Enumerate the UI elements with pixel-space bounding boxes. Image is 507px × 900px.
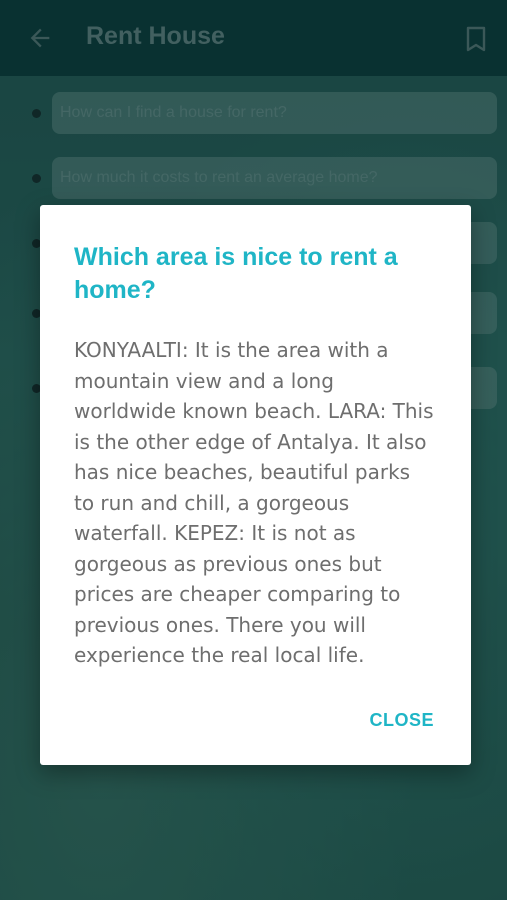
- dialog-body: KONYAALTI: It is the area with a mountai…: [74, 338, 434, 667]
- close-button[interactable]: CLOSE: [369, 710, 434, 731]
- answer-dialog: Which area is nice to rent a home? KONYA…: [40, 205, 471, 765]
- dialog-title: Which area is nice to rent a home?: [74, 243, 398, 304]
